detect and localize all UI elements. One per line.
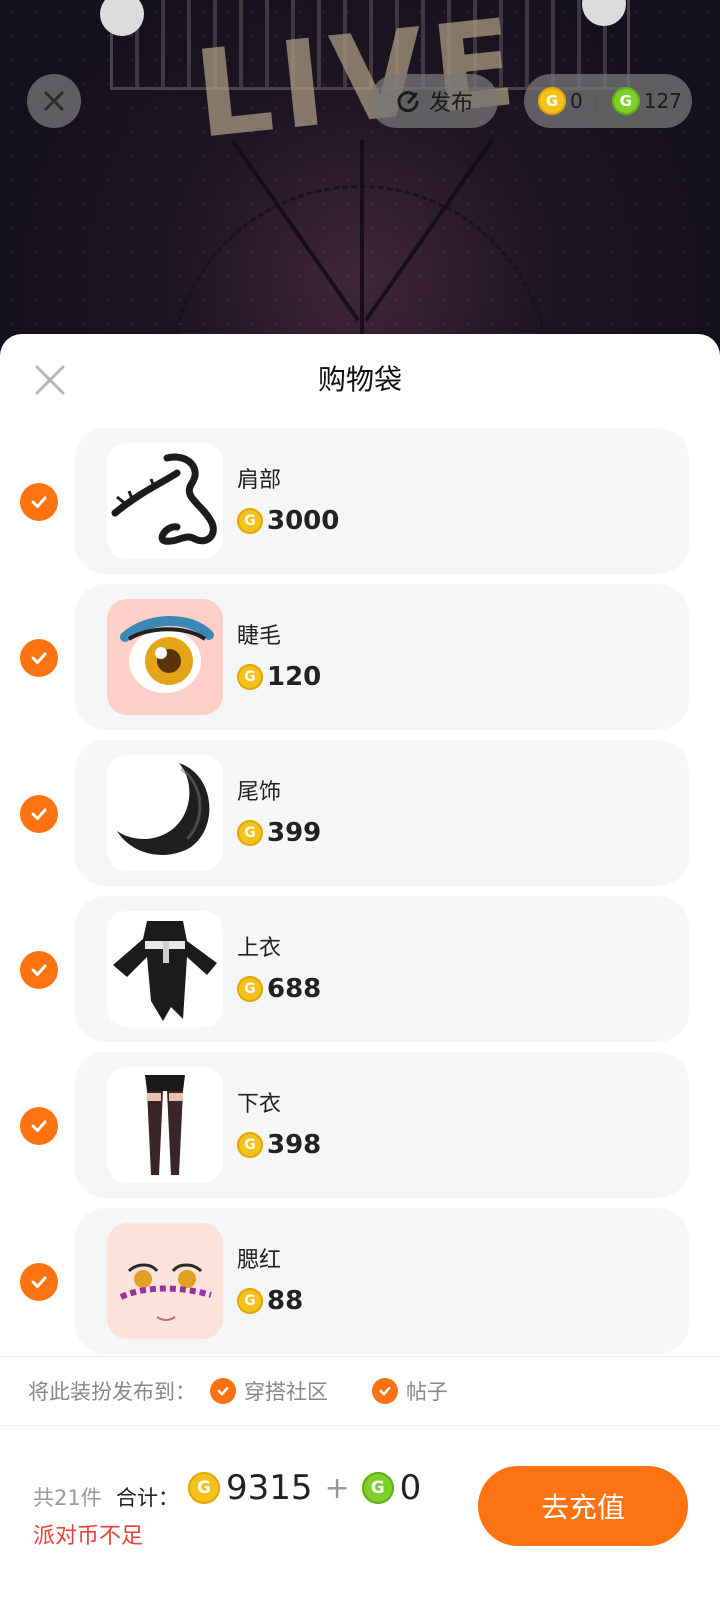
checkmark-icon bbox=[31, 652, 47, 664]
item-price: G 688 bbox=[237, 974, 321, 1004]
publish-option-label: 帖子 bbox=[406, 1380, 448, 1404]
gold-total: 9315 bbox=[226, 1468, 313, 1508]
close-icon bbox=[44, 91, 64, 111]
item-count: 共21件 bbox=[33, 1486, 102, 1510]
total-amount: G 9315 + G 0 bbox=[188, 1468, 421, 1508]
party-coin-icon: G bbox=[538, 87, 566, 115]
item-checkbox[interactable] bbox=[20, 639, 58, 677]
green-coin-icon: G bbox=[611, 87, 640, 115]
item-price-value: 398 bbox=[267, 1130, 322, 1160]
cart-item: 腮红 G 88 bbox=[0, 1208, 720, 1354]
item-checkbox[interactable] bbox=[20, 951, 58, 989]
party-coin-icon: G bbox=[237, 976, 263, 1002]
party-coin-icon: G bbox=[237, 820, 263, 846]
item-checkbox[interactable] bbox=[20, 1107, 58, 1145]
checkmark-icon bbox=[31, 1276, 47, 1288]
item-card[interactable]: 睫毛 G 120 bbox=[75, 584, 689, 730]
gold-balance: 0 bbox=[570, 89, 583, 113]
item-name: 下衣 bbox=[237, 1092, 282, 1117]
item-card[interactable]: 腮红 G 88 bbox=[75, 1208, 689, 1354]
insufficient-balance-warning: 派对币不足 bbox=[33, 1524, 144, 1549]
item-card[interactable]: 尾饰 G 399 bbox=[75, 740, 689, 886]
item-thumbnail-top bbox=[107, 911, 223, 1027]
item-card[interactable]: 肩部 G 3000 bbox=[75, 428, 689, 574]
cart-item: 上衣 G 688 bbox=[0, 896, 720, 1042]
item-price-value: 399 bbox=[267, 818, 322, 848]
item-checkbox[interactable] bbox=[20, 483, 58, 521]
green-balance: 127 bbox=[643, 89, 682, 113]
checkmark-icon bbox=[31, 964, 47, 976]
item-price-value: 3000 bbox=[267, 506, 340, 536]
cart-item: 下衣 G 398 bbox=[0, 1052, 720, 1198]
checkout-footer: 共21件 合计： G 9315 + G 0 派对币不足 去充值 bbox=[0, 1426, 720, 1600]
item-price-value: 688 bbox=[267, 974, 322, 1004]
shopping-bag-sheet: 购物袋 肩部 G 3000 睫毛 G 120 尾饰 G 399 上衣 G 688… bbox=[0, 334, 720, 1600]
item-price: G 3000 bbox=[237, 506, 339, 536]
item-thumbnail-stockings bbox=[107, 1067, 223, 1183]
party-coin-icon: G bbox=[237, 664, 263, 690]
publish-button[interactable]: 发布 bbox=[370, 74, 498, 128]
item-thumbnail-blush bbox=[107, 1223, 223, 1339]
cart-item: 睫毛 G 120 bbox=[0, 584, 720, 730]
cart-item: 尾饰 G 399 bbox=[0, 740, 720, 886]
publish-option-post[interactable]: 帖子 bbox=[372, 1376, 448, 1406]
checkmark-icon bbox=[31, 1120, 47, 1132]
item-price: G 398 bbox=[237, 1130, 321, 1160]
green-total: 0 bbox=[399, 1468, 422, 1508]
publish-to-label: 将此装扮发布到： bbox=[28, 1380, 196, 1404]
item-name: 睫毛 bbox=[237, 624, 282, 649]
item-price: G 88 bbox=[237, 1286, 303, 1316]
wallet-divider bbox=[594, 94, 596, 108]
stage-spike bbox=[360, 140, 364, 360]
item-thumbnail-eyelashes bbox=[107, 599, 223, 715]
item-price-value: 88 bbox=[267, 1286, 304, 1316]
checkmark-icon bbox=[31, 808, 47, 820]
green-coin-icon: G bbox=[361, 1472, 394, 1504]
checkmark-icon bbox=[372, 1378, 398, 1404]
publish-option-label: 穿搭社区 bbox=[244, 1380, 328, 1404]
checkmark-icon bbox=[31, 496, 47, 508]
item-thumbnail-tail bbox=[107, 755, 223, 871]
total-label: 合计： bbox=[116, 1486, 179, 1510]
sheet-title: 购物袋 bbox=[317, 363, 402, 396]
party-coin-icon: G bbox=[188, 1472, 220, 1504]
item-price: G 120 bbox=[237, 662, 321, 692]
party-coin-icon: G bbox=[237, 1132, 263, 1158]
item-name: 尾饰 bbox=[237, 780, 282, 805]
item-card[interactable]: 上衣 G 688 bbox=[75, 896, 689, 1042]
item-price: G 399 bbox=[237, 818, 321, 848]
background-stage-scene: LIVE bbox=[0, 0, 720, 360]
item-price-value: 120 bbox=[267, 662, 322, 692]
item-card[interactable]: 下衣 G 398 bbox=[75, 1052, 689, 1198]
item-name: 腮红 bbox=[237, 1248, 282, 1273]
item-checkbox[interactable] bbox=[20, 1263, 58, 1301]
refresh-arrow-icon bbox=[397, 91, 419, 113]
item-checkbox[interactable] bbox=[20, 795, 58, 833]
wallet-balance[interactable]: G 0 G 127 bbox=[524, 74, 692, 128]
publish-to-row: 将此装扮发布到： 穿搭社区 帖子 bbox=[0, 1356, 720, 1426]
cart-item: 肩部 G 3000 bbox=[0, 428, 720, 574]
publish-label: 发布 bbox=[428, 91, 473, 116]
plus-sign: + bbox=[324, 1470, 350, 1506]
item-name: 上衣 bbox=[237, 936, 282, 961]
item-thumbnail-shoulder-dragon bbox=[107, 443, 223, 559]
party-coin-icon: G bbox=[237, 1288, 263, 1314]
publish-option-outfit-community[interactable]: 穿搭社区 bbox=[210, 1376, 328, 1406]
item-name: 肩部 bbox=[237, 468, 282, 493]
top-close-button[interactable] bbox=[27, 74, 81, 128]
recharge-button[interactable]: 去充值 bbox=[478, 1466, 688, 1546]
party-coin-icon: G bbox=[237, 508, 263, 534]
checkmark-icon bbox=[210, 1378, 236, 1404]
